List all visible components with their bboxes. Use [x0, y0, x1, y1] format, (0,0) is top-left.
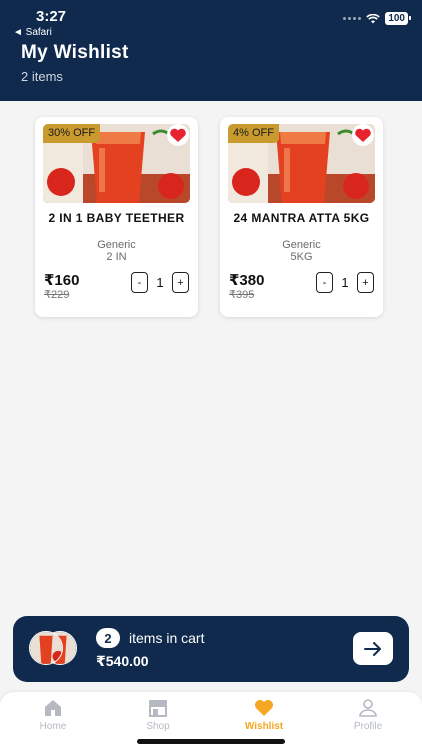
- decrease-button[interactable]: -: [131, 272, 148, 293]
- product-unit: 5KG: [290, 251, 313, 263]
- product-name: 24 MANTRA ATTA 5KG: [233, 211, 370, 225]
- quantity-stepper: - 1 +: [131, 272, 189, 293]
- cart-summary-bar[interactable]: 2 items in cart ₹540.00: [13, 616, 409, 682]
- status-time: 3:27: [36, 8, 67, 25]
- product-mrp: ₹229: [44, 289, 70, 301]
- back-to-safari-link[interactable]: ◄ Safari: [13, 27, 52, 38]
- wishlist-product-card[interactable]: 30% OFF 2 IN 1 BABY TEETHER Generic 2 IN…: [35, 117, 198, 317]
- cart-label: items in cart: [129, 630, 205, 646]
- home-icon: [45, 700, 61, 716]
- tab-profile[interactable]: Profile: [333, 699, 403, 732]
- profile-icon: [359, 699, 377, 717]
- cart-item-thumbnail: [29, 631, 63, 665]
- product-price: ₹160: [44, 272, 80, 289]
- go-to-cart-button[interactable]: [353, 632, 393, 665]
- heart-icon[interactable]: [166, 124, 190, 146]
- wishlist-product-card[interactable]: 4% OFF 24 MANTRA ATTA 5KG Generic 5KG ₹3…: [220, 117, 383, 317]
- product-mrp: ₹395: [229, 289, 255, 301]
- home-indicator: [137, 739, 285, 744]
- tab-wishlist[interactable]: Wishlist: [229, 699, 299, 732]
- discount-badge: 30% OFF: [43, 124, 101, 143]
- cart-thumbnails: [29, 631, 81, 666]
- page-title: My Wishlist: [21, 42, 129, 63]
- product-unit: 2 IN: [106, 251, 127, 263]
- item-count: 2 items: [21, 69, 63, 84]
- battery-indicator: 100: [385, 12, 411, 25]
- tab-label: Home: [39, 721, 67, 732]
- decrease-button[interactable]: -: [316, 272, 333, 293]
- heart-icon: [255, 700, 273, 716]
- tab-label: Profile: [353, 721, 383, 732]
- tab-label: Shop: [146, 721, 170, 732]
- increase-button[interactable]: +: [172, 272, 189, 293]
- quantity-value: 1: [156, 275, 164, 290]
- wifi-icon: [366, 13, 381, 23]
- signal-icon: [343, 17, 362, 20]
- increase-button[interactable]: +: [357, 272, 374, 293]
- tab-label: Wishlist: [244, 721, 284, 732]
- arrow-right-icon: [364, 641, 381, 656]
- tab-home[interactable]: Home: [18, 699, 88, 732]
- app-header: 3:27 ◄ Safari 100 My Wishlist 2 items: [0, 0, 422, 101]
- cart-total: ₹540.00: [96, 653, 149, 669]
- quantity-stepper: - 1 +: [316, 272, 374, 293]
- product-price: ₹380: [229, 272, 265, 289]
- cart-count-badge: 2: [96, 628, 120, 648]
- heart-icon[interactable]: [351, 124, 375, 146]
- discount-badge: 4% OFF: [228, 124, 279, 143]
- quantity-value: 1: [341, 275, 349, 290]
- shop-icon: [149, 700, 167, 717]
- product-name: 2 IN 1 BABY TEETHER: [48, 211, 185, 225]
- product-brand: Generic: [282, 239, 321, 251]
- tab-shop[interactable]: Shop: [123, 699, 193, 732]
- status-indicators: 100: [343, 12, 411, 25]
- product-brand: Generic: [97, 239, 136, 251]
